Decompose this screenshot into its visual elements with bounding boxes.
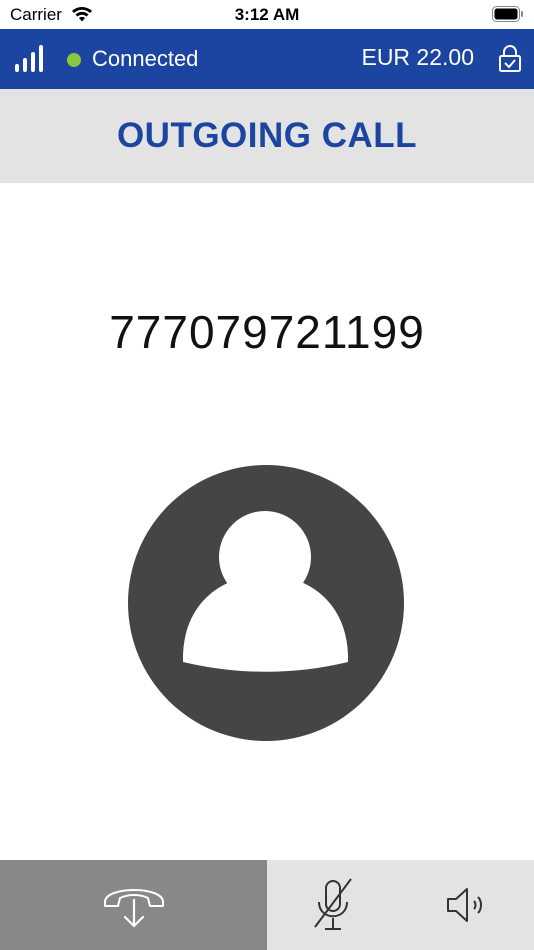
status-bar: Carrier 3:12 AM bbox=[0, 0, 534, 29]
call-controls-bar bbox=[0, 860, 534, 950]
connection-status: Connected bbox=[92, 46, 199, 71]
page-title: OUTGOING CALL bbox=[116, 116, 418, 155]
app-header: Connected EUR 22.00 bbox=[0, 29, 534, 89]
contact-avatar-icon bbox=[128, 465, 404, 741]
call-title-band: OUTGOING CALL bbox=[0, 89, 534, 183]
hangup-button[interactable] bbox=[0, 860, 267, 950]
account-balance[interactable]: EUR 22.00 bbox=[361, 44, 474, 71]
microphone-muted-icon bbox=[314, 878, 352, 930]
connection-indicator bbox=[67, 53, 81, 67]
mute-button[interactable] bbox=[300, 875, 366, 935]
speaker-button[interactable] bbox=[434, 875, 500, 935]
clock: 3:12 AM bbox=[234, 5, 300, 24]
dialed-number: 777079721199 bbox=[109, 306, 425, 358]
battery-icon bbox=[492, 6, 523, 22]
secure-lock-icon[interactable] bbox=[498, 45, 522, 73]
speaker-icon bbox=[447, 888, 482, 922]
hangup-icon bbox=[103, 889, 164, 928]
signal-strength-icon bbox=[15, 45, 43, 72]
